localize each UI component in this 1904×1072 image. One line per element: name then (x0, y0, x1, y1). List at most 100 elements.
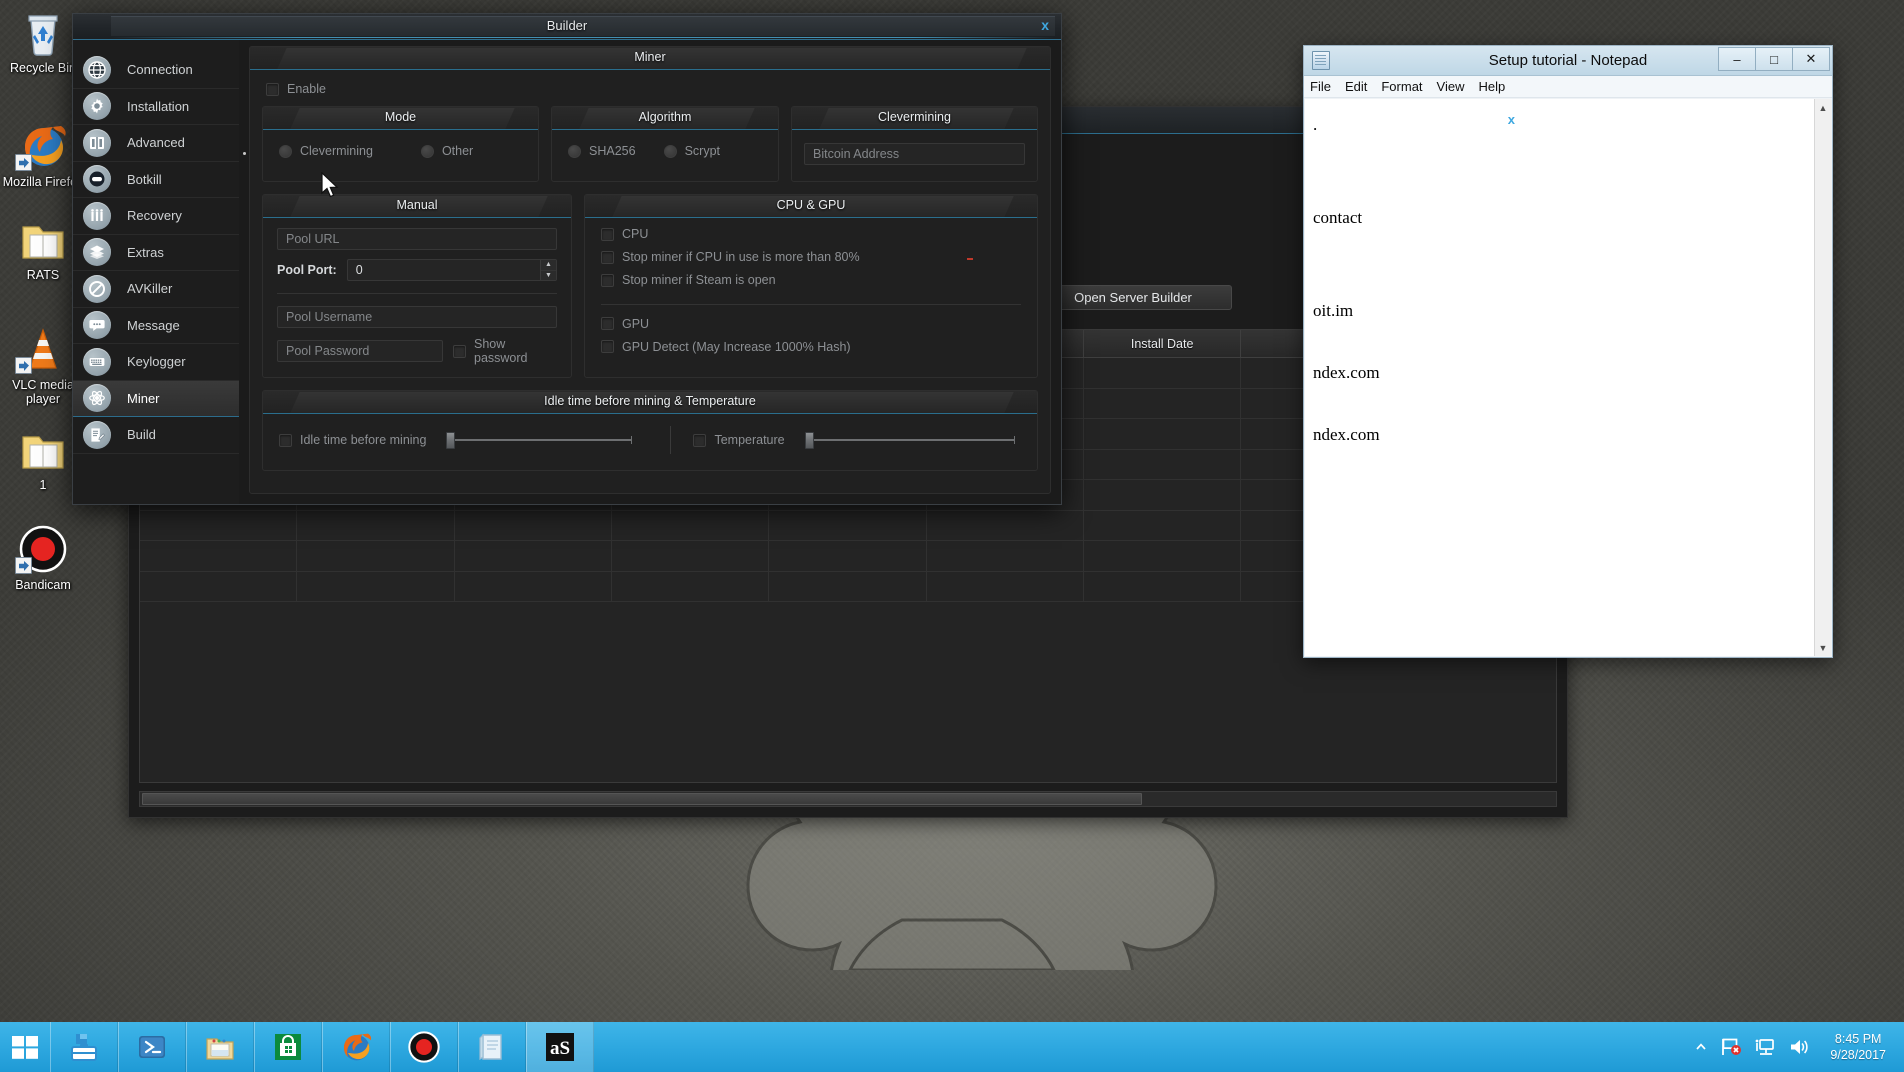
slider-knob[interactable] (804, 432, 814, 449)
bandicam-record-icon (15, 525, 67, 574)
sidebar-item-label: Keylogger (127, 354, 186, 370)
idle-time-checkbox[interactable]: Idle time before mining (279, 433, 426, 447)
stop-miner-steam-checkbox[interactable]: Stop miner if Steam is open (601, 273, 776, 287)
clevermining-group-header: Clevermining (792, 107, 1037, 130)
table-cell (1084, 480, 1242, 510)
taskbar-item-toolbox-app[interactable] (50, 1022, 118, 1072)
volume-icon[interactable] (1788, 1037, 1810, 1057)
sidebar-item-label: Recovery (127, 208, 182, 224)
clock-date: 9/28/2017 (1830, 1048, 1886, 1062)
open-server-builder-button[interactable]: Open Server Builder (1034, 285, 1232, 310)
checkbox-box (279, 433, 292, 447)
close-button[interactable]: ✕ (1792, 47, 1830, 71)
notepad-window-controls: – □ ✕ (1718, 47, 1830, 71)
network-icon[interactable] (1754, 1037, 1776, 1057)
notepad-window[interactable]: Setup tutorial - Notepad – □ ✕ File Edit… (1303, 45, 1833, 658)
pool-port-stepper[interactable]: ▲ ▼ (346, 259, 557, 281)
radio-label: Clevermining (300, 144, 373, 158)
sidebar-item-avkiller[interactable]: AVKiller (73, 271, 239, 308)
menu-item-file[interactable]: File (1310, 79, 1331, 94)
action-center-flag-error-icon[interactable] (1720, 1037, 1742, 1057)
menu-item-help[interactable]: Help (1478, 79, 1505, 94)
enable-checkbox[interactable]: Enable (266, 82, 326, 96)
sidebar-item-recovery[interactable]: Recovery (73, 198, 239, 235)
taskbar-item-powershell[interactable] (118, 1022, 186, 1072)
builder-close-button[interactable]: x (1041, 17, 1049, 33)
checkbox-box (453, 344, 466, 358)
taskbar-item-firefox[interactable] (322, 1022, 390, 1072)
menu-item-edit[interactable]: Edit (1345, 79, 1367, 94)
pool-password-input[interactable] (277, 340, 443, 362)
show-password-checkbox[interactable]: Show password (453, 337, 557, 365)
show-hidden-icons-chevron[interactable] (1694, 1040, 1708, 1054)
temperature-checkbox[interactable]: Temperature (693, 433, 785, 447)
pool-port-label: Pool Port: (277, 263, 337, 277)
rat-table-horizontal-scrollbar[interactable] (139, 791, 1557, 807)
slider-track (446, 436, 633, 444)
pool-port-input[interactable] (346, 259, 557, 281)
stop-miner-cpu-usage-checkbox[interactable]: Stop miner if CPU in use is more than 80… (601, 250, 860, 264)
rat-window-close-button[interactable]: x (1508, 112, 1515, 127)
notepad-text-area[interactable]: . contact oit.im ndex.com ndex.com (1305, 99, 1814, 656)
stepper-down-icon[interactable]: ▼ (541, 271, 556, 281)
taskbar-item-as-app[interactable]: aS (526, 1022, 594, 1072)
gpu-checkbox[interactable]: GPU (601, 317, 649, 331)
builder-window[interactable]: Builder x Connection Installation Advanc… (72, 13, 1062, 505)
manual-group-body: Pool Port: ▲ ▼ (263, 218, 571, 377)
builder-sidebar: Connection Installation Advanced Botkill (73, 40, 239, 504)
atom-icon (83, 384, 111, 413)
radio-clevermining[interactable]: Clevermining (279, 144, 373, 158)
sidebar-item-advanced[interactable]: Advanced (73, 125, 239, 162)
gpu-detect-checkbox[interactable]: GPU Detect (May Increase 1000% Hash) (601, 340, 851, 354)
sidebar-item-installation[interactable]: Installation (73, 89, 239, 125)
pool-username-input[interactable] (277, 306, 557, 328)
bitcoin-address-input[interactable] (804, 143, 1025, 165)
builder-title-text: Builder (546, 18, 588, 33)
table-cell (1084, 419, 1242, 449)
sidebar-item-keylogger[interactable]: Keylogger (73, 344, 239, 381)
scroll-down-arrow-icon[interactable]: ▼ (1815, 639, 1831, 656)
recycle-bin-icon (19, 8, 67, 56)
store-bag-icon (275, 1034, 301, 1060)
cpu-gpu-group-title: CPU & GPU (776, 198, 846, 212)
pool-url-input[interactable] (277, 228, 557, 250)
start-button[interactable] (0, 1022, 50, 1072)
radio-sha256[interactable]: SHA256 (568, 144, 636, 158)
checkbox-box (601, 317, 614, 330)
sidebar-item-build[interactable]: Build (73, 417, 239, 454)
table-header-cell-install-date[interactable]: Install Date (1084, 330, 1242, 357)
taskbar-item-store[interactable] (254, 1022, 322, 1072)
notepad-vertical-scrollbar[interactable]: ▲ ▼ (1814, 99, 1831, 656)
sidebar-item-miner[interactable]: Miner (73, 380, 239, 417)
sidebar-item-connection[interactable]: Connection (73, 52, 239, 89)
sidebar-item-message[interactable]: Message (73, 308, 239, 344)
radio-scrypt[interactable]: Scrypt (663, 144, 720, 158)
temperature-slider[interactable] (804, 432, 1015, 449)
idle-time-slider[interactable] (446, 432, 633, 449)
sliders-icon (83, 201, 111, 230)
scrollbar-thumb[interactable] (142, 793, 1142, 805)
algorithm-group: Algorithm SHA256 Scrypt (551, 106, 779, 182)
taskbar-item-file-explorer[interactable] (186, 1022, 254, 1072)
table-cell (297, 541, 455, 571)
sidebar-item-botkill[interactable]: Botkill (73, 162, 239, 198)
sidebar-item-extras[interactable]: Extras (73, 235, 239, 271)
checkbox-box (601, 227, 614, 241)
radio-other[interactable]: Other (420, 144, 473, 158)
taskbar-clock[interactable]: 8:45 PM 9/28/2017 (1822, 1031, 1894, 1063)
mode-group: Mode Clevermining Other (262, 106, 539, 182)
menu-item-view[interactable]: View (1437, 79, 1465, 94)
desktop-icon-bandicam[interactable]: Bandicam (0, 525, 86, 592)
table-cell (140, 541, 298, 571)
stepper-up-icon[interactable]: ▲ (541, 260, 556, 271)
taskbar-item-notepad[interactable] (458, 1022, 526, 1072)
cpu-checkbox[interactable]: CPU (601, 227, 648, 241)
maximize-button[interactable]: □ (1755, 47, 1793, 71)
menu-item-format[interactable]: Format (1381, 79, 1422, 94)
manual-group-header: Manual (263, 195, 571, 218)
scroll-up-arrow-icon[interactable]: ▲ (1815, 99, 1831, 116)
minimize-button[interactable]: – (1718, 47, 1756, 71)
algorithm-group-header: Algorithm (552, 107, 778, 130)
taskbar-item-bandicam[interactable] (390, 1022, 458, 1072)
slider-knob[interactable] (446, 432, 456, 449)
